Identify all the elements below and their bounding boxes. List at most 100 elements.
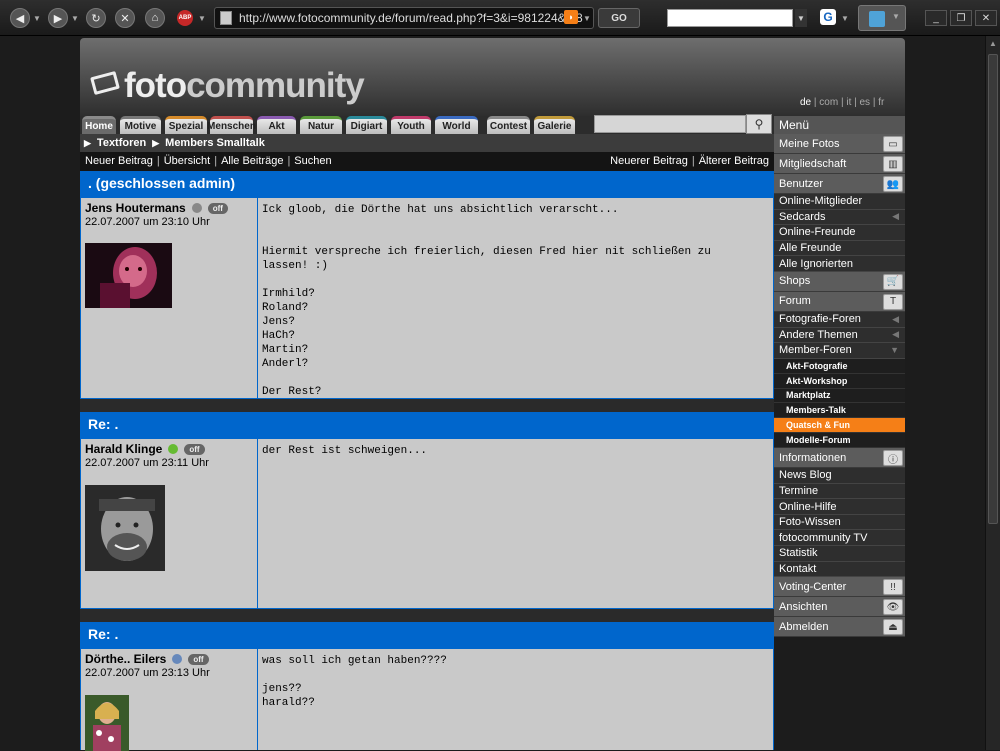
sidebar-item-label: Abmelden bbox=[779, 620, 829, 633]
sidebar-item-sedcards[interactable]: Sedcards ◀ bbox=[774, 209, 905, 226]
sidebar-item-alle-ignorierten[interactable]: Alle Ignorierten bbox=[774, 256, 905, 272]
sidebar-subitem-akt-fotografie[interactable]: Akt-Fotografie bbox=[774, 358, 905, 374]
lang-it[interactable]: it bbox=[846, 97, 851, 108]
extension-button[interactable]: ▼ bbox=[858, 5, 906, 31]
breadcrumb-members-smalltalk[interactable]: Members Smalltalk bbox=[165, 137, 265, 149]
tab-natur[interactable]: Natur bbox=[300, 116, 342, 134]
site-search-input[interactable] bbox=[594, 115, 746, 133]
lang-es[interactable]: es bbox=[860, 97, 871, 108]
lang-de[interactable]: de bbox=[800, 97, 811, 108]
restore-icon[interactable]: ❐ bbox=[950, 10, 972, 26]
forum-actions: Neuer Beitrag | Übersicht | Alle Beiträge | Su… bbox=[80, 152, 774, 171]
tab-youth[interactable]: Youth bbox=[391, 116, 431, 134]
logo-icon[interactable] bbox=[90, 70, 120, 96]
adblock-icon[interactable]: ABP bbox=[176, 8, 194, 28]
sidebar-item-fotocommunity-tv[interactable]: fotocommunity TV bbox=[774, 530, 905, 547]
sidebar-item-label: Andere Themen bbox=[779, 328, 858, 341]
vertical-scrollbar[interactable]: ▲ bbox=[985, 36, 1000, 750]
search-dropdown-icon[interactable]: ▼ bbox=[795, 9, 807, 27]
tab-contest[interactable]: Contest bbox=[487, 116, 530, 134]
search-engine-dropdown-icon[interactable]: ▼ bbox=[840, 8, 850, 28]
sidebar-item-foto-wissen[interactable]: Foto-Wissen bbox=[774, 514, 905, 531]
sidebar-subitem-quatsch-fun[interactable]: Quatsch & Fun bbox=[774, 418, 905, 434]
rss-icon[interactable]: ◗ bbox=[564, 10, 578, 24]
tab-motive[interactable]: Motive bbox=[120, 116, 161, 134]
lang-fr[interactable]: fr bbox=[878, 97, 884, 108]
back-dropdown-icon[interactable]: ▼ bbox=[32, 8, 42, 28]
author-name[interactable]: Jens Houtermans bbox=[85, 201, 186, 215]
search-link[interactable]: Suchen bbox=[294, 155, 331, 167]
tab-galerie[interactable]: Galerie bbox=[534, 116, 575, 134]
sidebar-item-ansichten[interactable]: Ansichten 👁 bbox=[774, 597, 905, 618]
sidebar-item-forum[interactable]: Forum T bbox=[774, 291, 905, 312]
sidebar-item-kontakt[interactable]: Kontakt bbox=[774, 561, 905, 578]
status-dot-icon bbox=[191, 203, 202, 213]
sidebar-item-member-foren[interactable]: Member-Foren ▼ bbox=[774, 343, 905, 359]
sidebar-item-informationen[interactable]: Informationen ⓘ bbox=[774, 448, 905, 469]
sidebar-item-shops[interactable]: Shops 🛒 bbox=[774, 271, 905, 292]
author-name[interactable]: Dörthe.. Eilers bbox=[85, 652, 166, 666]
older-post-link[interactable]: Älterer Beitrag bbox=[699, 155, 769, 167]
overview-link[interactable]: Übersicht bbox=[164, 155, 210, 167]
tab-spezial[interactable]: Spezial bbox=[165, 116, 207, 134]
avatar[interactable] bbox=[85, 243, 172, 308]
search-input[interactable] bbox=[667, 9, 793, 27]
avatar[interactable] bbox=[85, 485, 165, 571]
sidebar-item-online-mitglieder[interactable]: Online-Mitglieder bbox=[774, 194, 905, 210]
sidebar-item-benutzer[interactable]: Benutzer 👥 bbox=[774, 174, 905, 194]
url-bar[interactable]: http://www.fotocommunity.de/forum/read.p… bbox=[214, 7, 594, 29]
sidebar-item-termine[interactable]: Termine bbox=[774, 483, 905, 500]
tab-digiart[interactable]: Digiart bbox=[346, 116, 387, 134]
page: fotocommunity de | com | it | es | fr Ho… bbox=[80, 38, 905, 751]
sidebar-item-label: Forum bbox=[779, 295, 811, 308]
site-header: fotocommunity de | com | it | es | fr bbox=[80, 38, 905, 116]
post-title: Re: . bbox=[80, 412, 774, 438]
sidebar-item-alle-freunde[interactable]: Alle Freunde bbox=[774, 240, 905, 257]
site-logo[interactable]: fotocommunity bbox=[124, 66, 365, 106]
stop-icon[interactable]: ✕ bbox=[115, 8, 135, 28]
sidebar-subitem-members-talk[interactable]: Members-Talk bbox=[774, 403, 905, 419]
url-dropdown-icon[interactable]: ▼ bbox=[582, 8, 592, 28]
sidebar-item-fotografie-foren[interactable]: Fotografie-Foren ◀ bbox=[774, 311, 905, 328]
breadcrumb-textforen[interactable]: Textforen bbox=[97, 137, 146, 149]
google-icon[interactable]: G bbox=[820, 9, 836, 25]
back-icon[interactable]: ◀ bbox=[10, 8, 30, 28]
search-icon[interactable]: ⚲ bbox=[746, 114, 772, 134]
scroll-up-icon[interactable]: ▲ bbox=[986, 36, 1000, 50]
sidebar-item-online-freunde[interactable]: Online-Freunde bbox=[774, 225, 905, 241]
author-name[interactable]: Harald Klinge bbox=[85, 442, 162, 456]
sidebar-item-voting-center[interactable]: Voting-Center!! bbox=[774, 577, 905, 598]
go-button[interactable]: GO bbox=[598, 8, 640, 28]
tab-menschen[interactable]: Menschen bbox=[207, 116, 256, 134]
post-author: Jens Houtermans off 22.07.2007 um 23:10 U… bbox=[81, 198, 258, 398]
newer-post-link[interactable]: Neuerer Beitrag bbox=[610, 155, 688, 167]
home-icon[interactable]: ⌂ bbox=[145, 8, 165, 28]
close-window-icon[interactable]: ✕ bbox=[975, 10, 997, 26]
avatar[interactable] bbox=[85, 695, 129, 751]
sidebar-item-online-hilfe[interactable]: Online-Hilfe bbox=[774, 499, 905, 515]
scroll-thumb[interactable] bbox=[988, 54, 998, 524]
sidebar-item-label: Sedcards bbox=[779, 210, 826, 223]
all-posts-link[interactable]: Alle Beiträge bbox=[221, 155, 283, 167]
reload-icon[interactable]: ↻ bbox=[86, 8, 106, 28]
sidebar-subitem-marktplatz[interactable]: Marktplatz bbox=[774, 388, 905, 404]
post-separator bbox=[80, 399, 774, 412]
minimize-icon[interactable]: _ bbox=[925, 10, 947, 26]
sidebar-item-abmelden[interactable]: Abmelden ⏏ bbox=[774, 617, 905, 638]
sidebar-item-andere-themen[interactable]: Andere Themen ◀ bbox=[774, 327, 905, 344]
tab-akt[interactable]: Akt bbox=[257, 116, 296, 134]
forward-dropdown-icon[interactable]: ▼ bbox=[70, 8, 80, 28]
sidebar-item-news-blog[interactable]: News Blog bbox=[774, 468, 905, 484]
sidebar-item-mitgliedschaft[interactable]: Mitgliedschaft ▥ bbox=[774, 154, 905, 174]
sidebar-item-statistik[interactable]: Statistik bbox=[774, 546, 905, 562]
sidebar-subitem-akt-workshop[interactable]: Akt-Workshop bbox=[774, 373, 905, 389]
adblock-dropdown-icon[interactable]: ▼ bbox=[197, 8, 207, 28]
lang-com[interactable]: com bbox=[819, 97, 838, 108]
sidebar-item-meine-fotos[interactable]: Meine Fotos ▭ bbox=[774, 134, 905, 154]
text-icon: T bbox=[883, 293, 903, 310]
tab-world[interactable]: World bbox=[435, 116, 478, 134]
sidebar-subitem-modelle-forum[interactable]: Modelle-Forum bbox=[774, 433, 905, 449]
forward-icon[interactable]: ▶ bbox=[48, 8, 68, 28]
tab-home[interactable]: Home bbox=[82, 116, 116, 134]
new-post-link[interactable]: Neuer Beitrag bbox=[85, 155, 153, 167]
